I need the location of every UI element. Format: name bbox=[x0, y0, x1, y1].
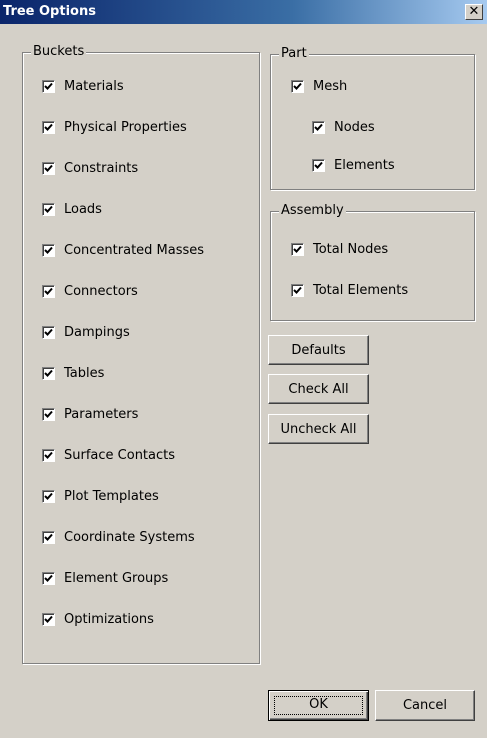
checkmark-icon bbox=[44, 328, 53, 336]
checkbox-tables[interactable]: Tables bbox=[42, 364, 104, 382]
checkbox-label: Concentrated Masses bbox=[64, 242, 205, 258]
checkbox-plot-templates[interactable]: Plot Templates bbox=[42, 487, 159, 505]
checkbox-box[interactable] bbox=[42, 571, 55, 585]
checkbox-coordinate-systems[interactable]: Coordinate Systems bbox=[42, 528, 195, 546]
checkbox-box[interactable] bbox=[291, 283, 304, 297]
checkbox-box[interactable] bbox=[42, 161, 55, 175]
checkbox-label: Tables bbox=[64, 365, 105, 381]
checkmark-icon bbox=[44, 369, 53, 377]
checkbox-loads[interactable]: Loads bbox=[42, 200, 102, 218]
checkbox-dampings[interactable]: Dampings bbox=[42, 323, 130, 341]
checkbox-materials[interactable]: Materials bbox=[42, 77, 124, 95]
checkbox-label: Nodes bbox=[334, 119, 375, 135]
checkbox-optimizations[interactable]: Optimizations bbox=[42, 610, 154, 628]
checkbox-total-nodes[interactable]: Total Nodes bbox=[291, 240, 388, 258]
checkmark-icon bbox=[44, 123, 53, 131]
checkbox-label: Mesh bbox=[313, 78, 348, 94]
checkbox-label: Coordinate Systems bbox=[64, 529, 195, 545]
checkbox-label: Elements bbox=[334, 157, 395, 173]
checkbox-label: Loads bbox=[64, 201, 102, 217]
checkbox-elements[interactable]: Elements bbox=[312, 156, 395, 174]
checkbox-box[interactable] bbox=[291, 79, 304, 93]
checkbox-box[interactable] bbox=[42, 284, 55, 298]
checkmark-icon bbox=[44, 574, 53, 582]
checkbox-box[interactable] bbox=[42, 448, 55, 462]
close-button[interactable]: ✕ bbox=[465, 4, 483, 20]
checkmark-icon bbox=[314, 123, 323, 131]
checkmark-icon bbox=[44, 492, 53, 500]
checkmark-icon bbox=[293, 286, 302, 294]
checkbox-box[interactable] bbox=[42, 243, 55, 257]
checkbox-box[interactable] bbox=[312, 158, 325, 172]
checkbox-box[interactable] bbox=[42, 489, 55, 503]
checkbox-box[interactable] bbox=[42, 120, 55, 134]
cancel-button[interactable]: Cancel bbox=[375, 690, 475, 721]
checkbox-box[interactable] bbox=[42, 407, 55, 421]
checkmark-icon bbox=[44, 533, 53, 541]
window-title: Tree Options bbox=[3, 4, 96, 19]
close-icon: ✕ bbox=[468, 4, 480, 19]
checkbox-constraints[interactable]: Constraints bbox=[42, 159, 138, 177]
checkbox-label: Parameters bbox=[64, 406, 139, 422]
checkbox-box[interactable] bbox=[291, 242, 304, 256]
checkbox-total-elements[interactable]: Total Elements bbox=[291, 281, 408, 299]
checkbox-box[interactable] bbox=[42, 612, 55, 626]
checkbox-concentrated-masses[interactable]: Concentrated Masses bbox=[42, 241, 204, 259]
checkbox-label: Constraints bbox=[64, 160, 139, 176]
checkbox-box[interactable] bbox=[42, 530, 55, 544]
focus-indicator bbox=[274, 696, 363, 715]
checkmark-icon bbox=[44, 205, 53, 213]
checkbox-label: Connectors bbox=[64, 283, 138, 299]
checkbox-label: Total Nodes bbox=[313, 241, 389, 257]
checkmark-icon bbox=[44, 246, 53, 254]
checkbox-surface-contacts[interactable]: Surface Contacts bbox=[42, 446, 175, 464]
checkbox-label: Optimizations bbox=[64, 611, 154, 627]
ok-button[interactable]: OK bbox=[268, 690, 369, 721]
check-all-button[interactable]: Check All bbox=[268, 374, 369, 404]
checkbox-box[interactable] bbox=[42, 79, 55, 93]
checkbox-label: Physical Properties bbox=[64, 119, 187, 135]
checkbox-box[interactable] bbox=[42, 366, 55, 380]
checkbox-element-groups[interactable]: Element Groups bbox=[42, 569, 168, 587]
checkbox-mesh[interactable]: Mesh bbox=[291, 77, 347, 95]
checkbox-box[interactable] bbox=[312, 120, 325, 134]
checkmark-icon bbox=[44, 164, 53, 172]
checkmark-icon bbox=[44, 451, 53, 459]
part-legend: Part bbox=[279, 46, 309, 62]
checkbox-box[interactable] bbox=[42, 325, 55, 339]
checkbox-label: Total Elements bbox=[313, 282, 409, 298]
checkbox-physical-properties[interactable]: Physical Properties bbox=[42, 118, 187, 136]
checkmark-icon bbox=[44, 410, 53, 418]
checkbox-box[interactable] bbox=[42, 202, 55, 216]
title-bar[interactable]: Tree Options ✕ bbox=[0, 0, 487, 24]
assembly-group: Assembly bbox=[270, 203, 475, 321]
checkmark-icon bbox=[44, 615, 53, 623]
checkbox-label: Dampings bbox=[64, 324, 130, 340]
checkbox-parameters[interactable]: Parameters bbox=[42, 405, 138, 423]
checkmark-icon bbox=[314, 161, 323, 169]
checkbox-label: Surface Contacts bbox=[64, 447, 176, 463]
defaults-button[interactable]: Defaults bbox=[268, 335, 369, 365]
uncheck-all-button[interactable]: Uncheck All bbox=[268, 414, 369, 444]
checkmark-icon bbox=[293, 245, 302, 253]
checkbox-label: Materials bbox=[64, 78, 124, 94]
checkbox-label: Element Groups bbox=[64, 570, 169, 586]
checkmark-icon bbox=[293, 82, 302, 90]
checkbox-nodes[interactable]: Nodes bbox=[312, 118, 375, 136]
buckets-legend: Buckets bbox=[31, 44, 87, 60]
checkmark-icon bbox=[44, 82, 53, 90]
checkbox-connectors[interactable]: Connectors bbox=[42, 282, 138, 300]
checkbox-label: Plot Templates bbox=[64, 488, 159, 504]
assembly-legend: Assembly bbox=[279, 203, 346, 219]
checkmark-icon bbox=[44, 287, 53, 295]
